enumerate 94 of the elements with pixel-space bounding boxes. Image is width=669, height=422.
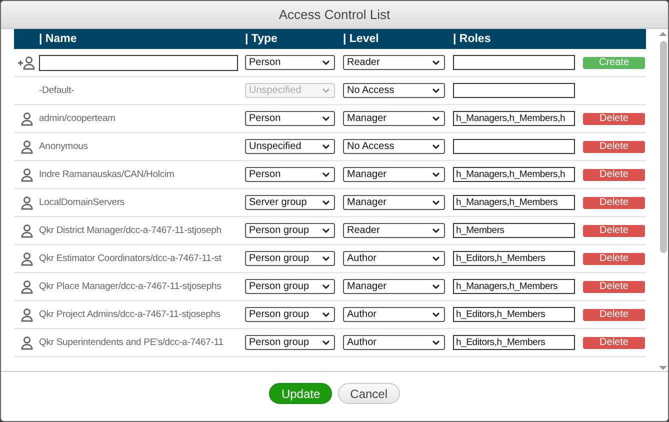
caret-icon xyxy=(432,172,440,177)
window-title: Access Control List xyxy=(278,7,390,22)
caret-icon xyxy=(432,60,440,65)
caret-icon xyxy=(322,256,330,261)
delete-button[interactable]: Delete xyxy=(583,112,645,124)
entry-name: Qkr Superintendents and PE's/dcc-a-7467-11 xyxy=(39,337,224,348)
roles-field[interactable]: h_Managers,h_Members xyxy=(453,195,575,210)
type-select[interactable]: Unspecified xyxy=(245,139,335,154)
entry-name: Anonymous xyxy=(39,141,88,152)
caret-icon xyxy=(432,144,440,149)
delete-button[interactable]: Delete xyxy=(583,224,645,236)
caret-icon xyxy=(432,284,440,289)
person-icon xyxy=(20,336,32,350)
person-icon xyxy=(20,168,32,182)
delete-button[interactable]: Delete xyxy=(583,168,645,180)
caret-icon xyxy=(432,256,440,261)
level-select[interactable]: Author xyxy=(343,307,445,322)
person-icon xyxy=(20,280,32,294)
caret-icon xyxy=(432,200,440,205)
caret-icon xyxy=(322,228,330,233)
person-icon xyxy=(20,140,32,154)
roles-field[interactable] xyxy=(453,139,575,154)
type-select[interactable]: Person xyxy=(245,111,335,126)
level-select[interactable]: Manager xyxy=(343,167,445,182)
caret-icon xyxy=(432,116,440,121)
roles-field[interactable]: h_Managers,h_Members,h xyxy=(453,111,575,126)
level-select[interactable]: Manager xyxy=(343,111,445,126)
type-select[interactable]: Person group xyxy=(245,251,335,266)
update-button[interactable]: Update xyxy=(269,383,332,404)
entry-name: -Default- xyxy=(39,85,74,96)
column-header: | Type xyxy=(245,33,278,45)
type-select[interactable]: Person group xyxy=(245,307,335,322)
caret-icon xyxy=(322,60,330,65)
scroll-up-icon[interactable] xyxy=(659,31,667,36)
caret-icon xyxy=(432,340,440,345)
roles-field[interactable] xyxy=(453,55,575,70)
delete-button[interactable]: Delete xyxy=(583,252,645,264)
level-select[interactable]: Author xyxy=(343,335,445,350)
level-select[interactable]: Author xyxy=(343,251,445,266)
roles-field[interactable] xyxy=(453,83,575,98)
column-header: | Name xyxy=(39,33,78,45)
caret-icon xyxy=(322,116,330,121)
entry-name: Qkr District Manager/dcc-a-7467-11-stjoseph xyxy=(39,225,222,236)
person-icon xyxy=(20,196,32,210)
scrollbar[interactable] xyxy=(658,29,668,371)
person-icon xyxy=(20,112,32,126)
entry-name: Qkr Estimator Coordinators/dcc-a-7467-11-st xyxy=(39,253,222,264)
roles-field[interactable]: h_Editors,h_Members xyxy=(453,307,575,322)
level-select[interactable]: No Access xyxy=(343,139,445,154)
person-icon xyxy=(20,252,32,266)
entry-name: LocalDomainServers xyxy=(39,197,124,208)
caret-icon xyxy=(432,88,440,93)
add-person-icon[interactable] xyxy=(16,56,36,70)
roles-field[interactable]: h_Managers,h_Members xyxy=(453,279,575,294)
name-field[interactable] xyxy=(39,54,238,70)
caret-icon xyxy=(322,200,330,205)
level-select[interactable]: No Access xyxy=(343,83,445,98)
caret-icon xyxy=(322,284,330,289)
level-select[interactable]: Reader xyxy=(343,223,445,238)
roles-field[interactable]: h_Managers,h_Members,h xyxy=(453,167,575,182)
person-icon xyxy=(20,308,32,322)
delete-button[interactable]: Delete xyxy=(583,140,645,152)
level-select[interactable]: Manager xyxy=(343,195,445,210)
column-header: | Level xyxy=(343,33,380,45)
roles-field[interactable]: h_Members xyxy=(453,223,575,238)
caret-icon xyxy=(322,340,330,345)
level-select[interactable]: Reader xyxy=(343,55,445,70)
type-select[interactable]: Person group xyxy=(245,223,335,238)
entry-name: Qkr Project Admins/dcc-a-7467-11-stjosephs xyxy=(39,309,220,320)
level-select[interactable]: Manager xyxy=(343,279,445,294)
cancel-button[interactable]: Cancel xyxy=(338,383,400,404)
type-select[interactable]: Person xyxy=(245,167,335,182)
scroll-down-icon[interactable] xyxy=(659,366,667,371)
delete-button[interactable]: Delete xyxy=(583,336,645,348)
caret-icon xyxy=(322,88,330,93)
delete-button[interactable]: Delete xyxy=(583,280,645,292)
type-select[interactable]: Server group xyxy=(245,195,335,210)
delete-button[interactable]: Delete xyxy=(583,308,645,320)
entry-name: admin/cooperteam xyxy=(39,113,116,124)
type-select[interactable]: Person group xyxy=(245,279,335,294)
type-select[interactable]: Person group xyxy=(245,335,335,350)
roles-field[interactable]: h_Editors,h_Members xyxy=(453,335,575,350)
caret-icon xyxy=(322,144,330,149)
column-header: | Roles xyxy=(453,33,492,45)
entry-name: Qkr Place Manager/dcc-a-7467-11-stjosephs xyxy=(39,281,222,292)
caret-icon xyxy=(432,228,440,233)
caret-icon xyxy=(322,172,330,177)
person-icon xyxy=(20,224,32,238)
roles-field[interactable]: h_Editors,h_Members xyxy=(453,251,575,266)
caret-icon xyxy=(322,312,330,317)
entry-name: Indre Ramanauskas/CAN/Holcim xyxy=(39,169,174,180)
caret-icon xyxy=(432,312,440,317)
type-select[interactable]: Person xyxy=(245,55,335,70)
delete-button[interactable]: Delete xyxy=(583,196,645,208)
